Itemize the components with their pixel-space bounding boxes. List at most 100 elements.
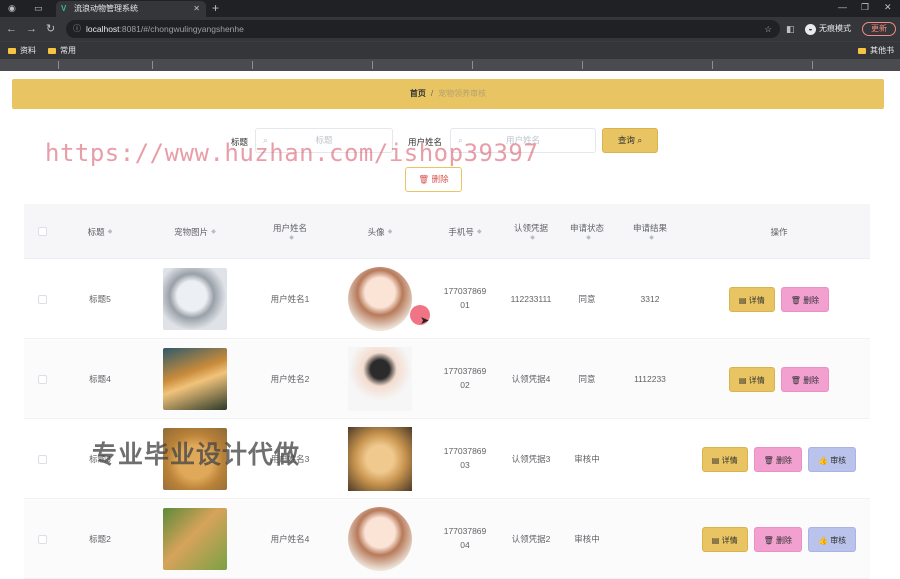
avatar[interactable] [348,347,412,411]
query-button[interactable]: 查询 ⌕ [602,128,658,153]
folder-icon [8,48,16,54]
delete-label: 删除 [803,375,820,385]
search-icon: ⌕ [637,135,643,145]
phone-line1: 177037869 [443,286,487,297]
bookmark-star-icon[interactable]: ☆ [764,20,772,38]
phone-line2: 01 [460,300,470,310]
delete-label: 删除 [803,295,820,305]
sort-icon[interactable]: ◆ [388,228,393,235]
cell-status: 审核中 [574,534,600,544]
audit-button[interactable]: 👍 审核 [807,526,857,552]
cell-phone: 177037869 04 [430,499,500,579]
cell-status: 同意 [578,374,596,384]
detail-button[interactable]: ▤ 详情 [701,446,748,472]
row-delete-button[interactable]: 🗑 删除 [753,446,802,472]
incognito-icon: ◒ [805,24,816,35]
col-avatar-label: 头像 [367,226,385,237]
detail-button[interactable]: ▤ 详情 [728,286,775,312]
row-checkbox[interactable] [37,454,47,464]
col-pet-image[interactable]: 宠物图片 ◆ [140,204,250,259]
cell-user-name: 用户姓名4 [270,534,310,544]
mouse-pointer-icon: ➤ [420,315,430,327]
cell-phone: 177037869 03 [430,419,500,499]
detail-button[interactable]: ▤ 详情 [701,526,748,552]
cell-actions: ▤ 详情 🗑 删除 👍 审核 [688,419,870,499]
cell-status: 同意 [578,294,596,304]
bookmark-folder-changyong[interactable]: 常用 [48,42,76,59]
delete-label: 删除 [775,535,792,545]
col-actions-label: 操作 [770,226,788,237]
breadcrumb-home[interactable]: 首页 [410,89,426,98]
side-panel-icon[interactable]: ◧ [786,21,795,37]
detail-button[interactable]: ▤ 详情 [728,366,775,392]
close-tab-icon[interactable]: ✕ [193,1,200,17]
pet-image[interactable] [163,268,227,330]
phone-line2: 04 [460,540,470,550]
avatar[interactable] [348,507,412,571]
sort-icon[interactable]: ◆ [477,228,482,235]
batch-delete-button[interactable]: 🗑 删除 [405,167,462,192]
incognito-indicator[interactable]: ◒ 无痕模式 [805,22,851,36]
phone-line2: 02 [460,380,470,390]
trash-icon: 🗑 [790,295,801,305]
col-user-name[interactable]: 用户姓名 ◆ [250,204,330,259]
sort-icon[interactable]: ◆ [530,234,535,241]
audit-label: 审核 [830,455,847,465]
tab-list-icon[interactable]: ▭ [34,0,43,16]
cell-proof: 认领凭据3 [511,454,551,464]
row-checkbox[interactable] [37,294,47,304]
row-checkbox[interactable] [37,374,47,384]
trash-icon: 🗑 [418,174,430,184]
avatar[interactable] [348,427,412,491]
col-result-label: 申请结果 [632,223,667,233]
site-info-icon[interactable]: ⓘ [73,20,81,38]
row-delete-button[interactable]: 🗑 删除 [780,286,830,312]
restore-icon[interactable]: ❐ [861,0,869,14]
reload-icon[interactable]: ↻ [46,21,55,37]
watermark-cn: 专业毕业设计代做 [92,441,301,469]
audit-button[interactable]: 👍 审核 [807,446,857,472]
bookmark-folder-ziliao[interactable]: 资料 [8,42,36,59]
sort-icon[interactable]: ◆ [108,228,113,235]
forward-icon[interactable]: → [26,21,37,37]
sort-icon[interactable]: ◆ [211,228,216,235]
pet-image[interactable] [163,348,227,410]
row-delete-button[interactable]: 🗑 删除 [753,526,802,552]
col-title-label: 标题 [87,226,105,237]
cell-proof: 认领凭据4 [511,374,551,384]
trash-icon: 🗑 [763,535,774,545]
thumbs-up-icon: 👍 [817,535,828,545]
sort-icon[interactable]: ◆ [586,234,591,241]
row-delete-button[interactable]: 🗑 删除 [780,366,830,392]
cell-actions: ▤ 详情 🗑 删除 [688,259,870,339]
select-all-cell [24,204,60,259]
col-result[interactable]: 申请结果 ◆ [612,204,688,259]
minimize-icon[interactable]: — [838,0,847,14]
col-proof[interactable]: 认领凭据 ◆ [500,204,562,259]
col-status-label: 申请状态 [569,223,604,233]
back-icon[interactable]: ← [6,21,17,37]
watermark-url: https://www.huzhan.com/ishop39397 [45,139,539,167]
col-pet-image-label: 宠物图片 [174,226,209,237]
breadcrumb: 首页 / 宠物领养审核 [12,79,884,109]
url-input[interactable]: ⓘ localhost:8081/#/chongwulingyangshenhe… [66,20,780,38]
col-title[interactable]: 标题 ◆ [60,204,140,259]
breadcrumb-separator: / [430,89,434,98]
window-close-icon[interactable]: ✕ [884,0,892,14]
app-top-nav-strip [0,59,900,71]
sort-icon[interactable]: ◆ [289,234,294,241]
update-button[interactable]: 更新 [862,22,896,36]
col-phone[interactable]: 手机号 ◆ [430,204,500,259]
bookmarks-bar: 资料 常用 其他书签 [0,41,900,72]
document-icon: ▤ [711,455,720,465]
new-tab-button[interactable]: + [212,0,219,16]
col-avatar[interactable]: 头像 ◆ [330,204,430,259]
folder-icon [858,48,866,54]
avatar[interactable] [348,267,412,331]
sort-icon[interactable]: ◆ [649,234,654,241]
col-status[interactable]: 申请状态 ◆ [562,204,612,259]
select-all-checkbox[interactable] [37,227,47,236]
bookmark-label: 资料 [20,46,36,55]
browser-tab[interactable]: V 流浪动物管理系统 ✕ [56,1,206,17]
pet-image[interactable] [163,508,227,570]
